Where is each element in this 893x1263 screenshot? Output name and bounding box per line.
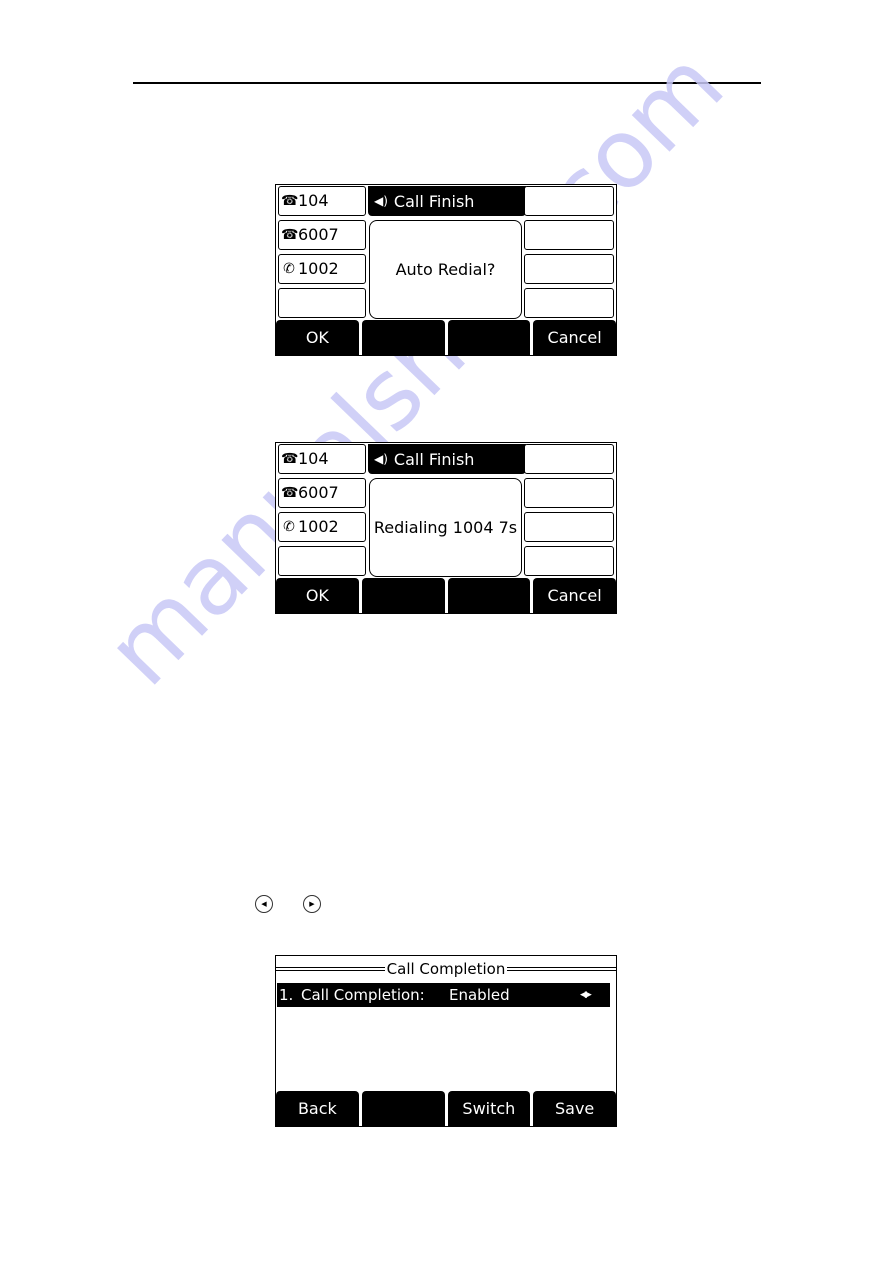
right-key-1[interactable] [524,444,614,474]
line-key-label: 6007 [298,483,339,502]
right-key-2[interactable] [524,220,614,250]
call-title-bar: ◀) Call Finish [368,186,526,216]
handset-icon: ✆ [283,519,295,535]
row-index: 1. [279,986,294,1004]
softkey-empty-2[interactable] [361,1091,445,1126]
line-key-3[interactable]: ✆ 1002 [278,512,366,542]
desk-phone-icon: ☎ [281,193,299,209]
line-key-4[interactable] [278,546,366,576]
line-key-label: 6007 [298,225,339,244]
softkey-bar: OK Cancel [276,578,616,613]
softkey-back[interactable]: Back [276,1091,359,1126]
softkey-empty-3[interactable] [447,320,531,355]
desk-phone-icon: ☎ [281,485,299,501]
speaker-icon: ◀) [374,194,388,208]
line-key-2[interactable]: ☎ 6007 [278,478,366,508]
title-rule-left [276,967,385,971]
handset-icon: ✆ [283,261,295,277]
softkey-empty-2[interactable] [361,320,445,355]
softkey-switch[interactable]: Switch [447,1091,531,1126]
speaker-icon: ◀) [374,452,388,466]
line-key-label: 104 [298,449,329,468]
phone-screen-redialing: ☎ 104 ☎ 6007 ✆ 1002 ◀) Call Finish Redia… [275,442,617,614]
line-key-4[interactable] [278,288,366,318]
right-key-4[interactable] [524,288,614,318]
page-header-rule [133,82,761,84]
phone-screen-auto-redial-prompt: ☎ 104 ☎ 6007 ✆ 1002 ◀) Call Finish Auto … [275,184,617,356]
right-navigation-key-icon: ▶ [303,895,321,913]
call-title: Call Finish [393,191,475,211]
left-right-arrows-icon[interactable]: ◀▶ [580,990,610,1000]
softkey-cancel[interactable]: Cancel [533,578,616,613]
right-key-4[interactable] [524,546,614,576]
softkey-cancel[interactable]: Cancel [533,320,616,355]
row-value[interactable]: Enabled [449,986,580,1004]
softkey-bar: Back Switch Save [276,1091,616,1126]
call-title-bar: ◀) Call Finish [368,444,526,474]
softkey-empty-2[interactable] [361,578,445,613]
message-text: Auto Redial? [395,260,496,279]
message-box: Auto Redial? [369,220,522,319]
softkey-save[interactable]: Save [533,1091,616,1126]
screen-title-bar: Call Completion [276,958,616,980]
softkey-bar: OK Cancel [276,320,616,355]
line-key-label: 104 [298,191,329,210]
right-key-1[interactable] [524,186,614,216]
title-rule-right [507,967,616,971]
line-key-label: 1002 [298,517,339,536]
right-key-2[interactable] [524,478,614,508]
left-navigation-key-icon: ◀ [255,895,273,913]
message-box: Redialing 1004 7s [369,478,522,577]
call-completion-setting-row[interactable]: 1. Call Completion: Enabled ◀▶ [277,983,610,1007]
softkey-ok[interactable]: OK [276,578,359,613]
right-key-3[interactable] [524,254,614,284]
call-title: Call Finish [393,449,475,469]
softkey-ok[interactable]: OK [276,320,359,355]
line-key-3[interactable]: ✆ 1002 [278,254,366,284]
softkey-empty-3[interactable] [447,578,531,613]
line-key-1[interactable]: ☎ 104 [278,186,366,216]
line-key-1[interactable]: ☎ 104 [278,444,366,474]
screen-title: Call Completion [386,960,506,978]
desk-phone-icon: ☎ [281,451,299,467]
line-key-label: 1002 [298,259,339,278]
right-key-3[interactable] [524,512,614,542]
desk-phone-icon: ☎ [281,227,299,243]
phone-screen-call-completion: Call Completion 1. Call Completion: Enab… [275,955,617,1127]
row-label: Call Completion: [301,986,425,1004]
message-text: Redialing 1004 7s [373,518,518,537]
line-key-2[interactable]: ☎ 6007 [278,220,366,250]
